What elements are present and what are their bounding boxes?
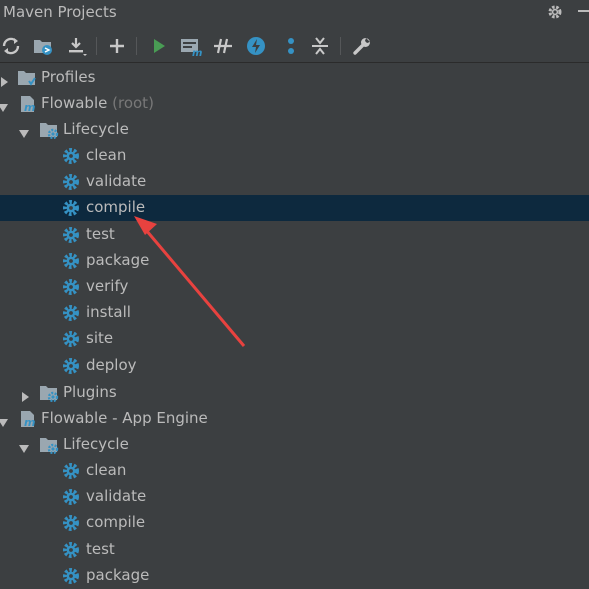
plugins-folder-icon	[39, 384, 59, 406]
goal-label: test	[86, 539, 115, 558]
goal-label: clean	[86, 146, 127, 164]
goal-label: package	[86, 250, 150, 269]
skip-tests-icon[interactable]	[245, 35, 267, 57]
goal-label: validate	[86, 487, 147, 506]
goal-label: site	[86, 329, 114, 348]
goal-gear-icon	[62, 488, 80, 510]
goal-item-validate[interactable]: validate	[0, 169, 589, 195]
goal-gear-icon	[62, 304, 80, 326]
maven-toolbar: m	[0, 32, 589, 60]
svg-text:m: m	[24, 101, 35, 113]
goal-label: install	[86, 303, 131, 322]
toolbar-divider	[0, 62, 589, 63]
goal-gear-icon	[62, 147, 80, 169]
goal-item-compile[interactable]: compile	[0, 195, 589, 221]
panel-title: Maven Projects	[3, 3, 117, 21]
add-project-icon[interactable]	[106, 35, 128, 57]
profiles-folder-icon	[17, 69, 37, 91]
goal-item-package[interactable]: package	[0, 563, 589, 589]
goal-item-deploy[interactable]: deploy	[0, 353, 589, 379]
goal-item-compile[interactable]: compile	[0, 510, 589, 536]
panel-titlebar: Maven Projects	[0, 0, 589, 24]
tree-row-lifecycle[interactable]: Lifecycle	[0, 432, 589, 458]
goal-label: test	[86, 224, 115, 243]
goal-gear-icon	[62, 541, 80, 563]
goal-gear-icon	[62, 278, 80, 300]
maven-project-icon: m	[18, 95, 38, 117]
tree-row-project-app-engine[interactable]: m Flowable - App Engine	[0, 406, 589, 432]
goal-item-package[interactable]: package	[0, 248, 589, 274]
goal-gear-icon	[62, 462, 80, 484]
goal-gear-icon	[62, 252, 80, 274]
maven-project-icon: m	[18, 410, 38, 432]
goal-gear-icon	[62, 199, 80, 221]
collapse-arrow-icon[interactable]	[19, 440, 29, 458]
minimize-icon[interactable]	[578, 10, 589, 12]
goal-item-verify[interactable]: verify	[0, 274, 589, 300]
goal-item-site[interactable]: site	[0, 326, 589, 352]
crescent-moon-icon	[556, 268, 589, 306]
goal-label: package	[86, 565, 150, 584]
goal-item-install[interactable]: install	[0, 300, 589, 326]
root-suffix: (root)	[112, 94, 154, 112]
expand-arrow-icon[interactable]	[0, 73, 9, 91]
svg-text:m: m	[192, 48, 202, 57]
generate-sources-icon[interactable]	[33, 35, 55, 57]
tree-label-lifecycle: Lifecycle	[63, 435, 129, 453]
tree-label-project: Flowable (root)	[41, 94, 154, 112]
lifecycle-folder-icon	[39, 121, 59, 143]
goal-gear-icon	[62, 173, 80, 195]
goal-item-test[interactable]: test	[0, 537, 589, 563]
lifecycle-folder-icon	[39, 436, 59, 458]
goal-gear-icon	[62, 514, 80, 536]
goal-gear-icon	[62, 357, 80, 379]
goal-label: verify	[86, 277, 129, 295]
goal-gear-icon	[62, 226, 80, 248]
toggle-offline-icon[interactable]	[212, 35, 234, 57]
goal-label: compile	[86, 198, 146, 217]
tree-label-project: Flowable - App Engine	[41, 409, 208, 427]
expand-arrow-icon[interactable]	[21, 388, 30, 406]
goal-label: deploy	[86, 355, 137, 374]
show-dependencies-icon[interactable]	[280, 35, 302, 57]
execute-maven-goal-icon[interactable]: m	[180, 35, 202, 59]
tree-row-lifecycle[interactable]: Lifecycle	[0, 117, 589, 143]
maven-settings-icon[interactable]	[351, 35, 373, 57]
goal-item-clean[interactable]: clean	[0, 458, 589, 484]
goal-item-clean[interactable]: clean	[0, 143, 589, 169]
toolbar-separator	[340, 37, 341, 55]
reimport-all-icon[interactable]	[0, 35, 22, 57]
svg-text:m: m	[24, 416, 35, 428]
toolbar-separator	[136, 37, 137, 55]
settings-gear-icon[interactable]	[546, 3, 564, 25]
goal-label: compile	[86, 513, 146, 532]
tree-row-profiles[interactable]: Profiles	[0, 65, 589, 91]
tree-row-project-flowable[interactable]: m Flowable (root)	[0, 91, 589, 117]
collapse-arrow-icon[interactable]	[0, 414, 8, 432]
goal-item-validate[interactable]: validate	[0, 484, 589, 510]
goal-label: clean	[86, 461, 127, 479]
goal-item-test[interactable]: test	[0, 222, 589, 248]
goal-gear-icon	[62, 330, 80, 352]
tree-label-plugins: Plugins	[63, 383, 117, 401]
run-maven-build-icon[interactable]	[148, 35, 170, 57]
collapse-all-icon[interactable]	[309, 35, 331, 57]
tree-label-lifecycle: Lifecycle	[63, 120, 129, 138]
goal-label: validate	[86, 172, 147, 191]
toolbar-separator	[96, 37, 97, 55]
tree-label-profiles: Profiles	[41, 68, 96, 86]
collapse-arrow-icon[interactable]	[0, 99, 8, 117]
tree-row-plugins[interactable]: Plugins	[0, 380, 589, 406]
collapse-arrow-icon[interactable]	[19, 125, 29, 143]
download-icon[interactable]	[66, 35, 88, 57]
